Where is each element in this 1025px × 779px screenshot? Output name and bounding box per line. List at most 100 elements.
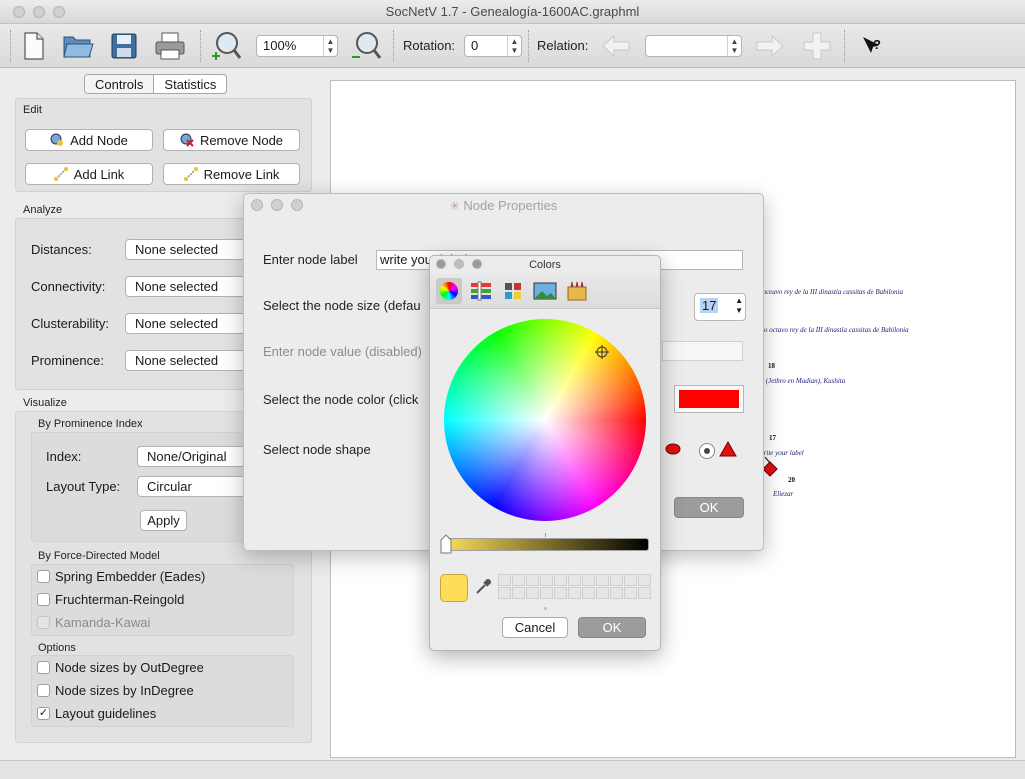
index-select[interactable]: None/Original [137,446,250,467]
chevron-updown-icon: ▲ ▼ [323,36,337,56]
remove-node-button[interactable]: Remove Node [163,129,300,151]
stepper-icon[interactable]: ▲ ▼ [507,36,521,56]
spring-embedder-label: Spring Embedder (Eades) [55,569,206,584]
node-color-swatch [679,390,739,408]
node-label: mo octavo rey de la III dinastía cassita… [759,326,909,334]
layout-guidelines-checkbox[interactable]: ✓ Layout guidelines [37,706,156,721]
checkbox-box[interactable] [37,661,50,674]
prominence-select[interactable]: None selected [125,350,250,371]
node-label: Eliezar [773,490,794,498]
whats-this-icon[interactable]: ? [856,30,888,62]
node-size-spinbox[interactable]: 17 ▲ ▼ [694,293,746,321]
zoom-select[interactable]: 100% ▲ ▼ [256,35,338,57]
color-wheel-icon[interactable] [436,278,462,304]
outdegree-checkbox[interactable]: Node sizes by OutDegree [37,660,204,675]
add-link-button[interactable]: Add Link [25,163,153,185]
spring-embedder-checkbox[interactable]: Spring Embedder (Eades) [37,569,205,584]
add-node-icon [50,133,64,146]
node-color-button[interactable] [674,385,744,413]
triangle-shape-icon[interactable] [719,441,737,457]
slider-knob-icon[interactable] [440,534,452,554]
color-wheel[interactable] [444,319,646,521]
kamanda-kawai-checkbox: Kamanda-Kawai [37,615,150,630]
print-icon[interactable] [154,30,186,62]
fruchterman-reingold-label: Fruchterman-Reingold [55,592,185,607]
rotation-value: 0 [471,38,479,53]
diamond-node[interactable] [761,457,785,481]
tab-statistics[interactable]: Statistics [154,75,226,93]
resize-dot [544,607,547,610]
layout-type-label: Layout Type: [46,479,121,494]
node-label: el (Jethro en Madian), Kushita [759,377,846,385]
svg-text:?: ? [873,37,881,52]
remove-node-icon [180,133,194,147]
arrow-right-icon[interactable] [754,30,786,62]
apply-button[interactable]: Apply [140,510,187,531]
brightness-slider[interactable] [441,538,649,551]
relation-select[interactable]: ▲ ▼ [645,35,742,57]
node-number: 18 [768,362,775,370]
node-size-prompt: Select the node size (defau [263,298,421,313]
analyze-group-title: Analyze [23,204,63,216]
node-color-prompt: Select the node color (click [263,392,419,407]
arrow-left-icon[interactable] [600,30,632,62]
layout-guidelines-label: Layout guidelines [55,706,157,721]
main-toolbar: 100% ▲ ▼ Rotation: 0 ▲ ▼ Relation: ▲ ▼ ? [0,24,1025,68]
distances-select[interactable]: None selected [125,239,250,260]
fruchterman-reingold-checkbox[interactable]: Fruchterman-Reingold [37,592,184,607]
node-label-prompt: Enter node label [263,252,358,267]
colors-panel: Colors Cancel OK [429,255,661,651]
current-color-swatch[interactable] [440,574,468,602]
indegree-checkbox[interactable]: Node sizes by InDegree [37,683,194,698]
status-bar [0,760,1025,779]
node-number: 17 [769,434,776,442]
colors-cancel-button[interactable]: Cancel [502,617,568,638]
clusterability-select[interactable]: None selected [125,313,250,334]
chevron-updown-icon: ▲ ▼ [727,36,741,56]
open-folder-icon[interactable] [62,30,94,62]
save-icon[interactable] [108,30,140,62]
plus-icon[interactable] [801,30,833,62]
toolbar-separator [393,30,394,62]
edit-group-title: Edit [23,104,42,116]
rotation-spinbox[interactable]: 0 ▲ ▼ [464,35,522,57]
indegree-label: Node sizes by InDegree [55,683,194,698]
stepper-icon[interactable]: ▲ ▼ [735,296,743,316]
connectivity-label: Connectivity: [31,279,106,294]
dock-tabs: Controls Statistics [84,74,228,94]
shape-radio-selected[interactable] [699,443,715,459]
checkbox-box[interactable] [37,570,50,583]
socnetv-gear-icon: ✳ [449,199,460,213]
add-node-button[interactable]: Add Node [25,129,153,151]
zoom-out-icon[interactable] [350,30,382,62]
colors-ok-button[interactable]: OK [578,617,646,638]
new-file-icon[interactable] [18,30,50,62]
checkmark-icon[interactable]: ✓ [37,707,50,720]
tab-controls[interactable]: Controls [85,75,155,93]
node-properties-ok-button[interactable]: OK [674,497,744,518]
toolbar-separator [844,30,845,62]
ellipse-shape-icon[interactable] [664,442,682,456]
connectivity-select[interactable]: None selected [125,276,250,297]
image-palettes-icon[interactable] [532,278,558,304]
color-palettes-icon[interactable] [500,278,526,304]
checkbox-box[interactable] [37,684,50,697]
checkbox-box [37,616,50,629]
add-node-label: Add Node [70,132,128,148]
swatch-grid[interactable] [498,574,651,599]
toolbar-separator [200,30,201,62]
rotation-label: Rotation: [403,38,456,53]
crayons-icon[interactable] [564,278,590,304]
checkbox-box[interactable] [37,593,50,606]
add-link-icon [53,167,68,181]
zoom-value: 100% [263,38,297,53]
crosshair-icon[interactable] [595,345,609,359]
layout-type-select[interactable]: Circular [137,476,250,497]
node-shape-prompt: Select node shape [263,442,371,457]
node-label: write your label [759,449,804,457]
color-sliders-icon[interactable] [468,278,494,304]
colors-title: Colors [529,259,561,271]
eyedropper-icon[interactable] [474,578,492,596]
zoom-in-icon[interactable] [210,30,242,62]
remove-link-button[interactable]: Remove Link [163,163,300,185]
